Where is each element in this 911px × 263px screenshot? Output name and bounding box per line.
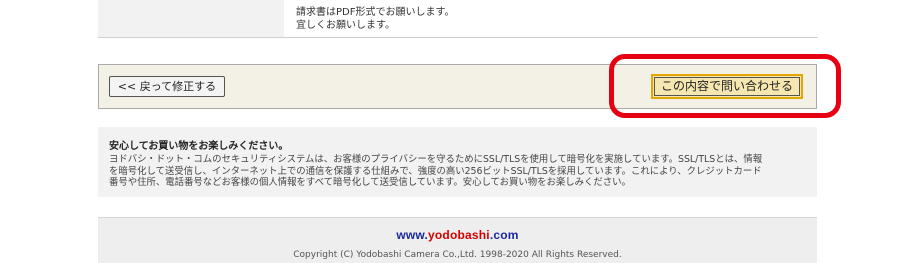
- security-line-3: 番号や住所、電話番号などお客様の個人情報をすべて暗号化して送受信しています。安心…: [109, 177, 631, 188]
- remark-line-1: 請求書はPDF形式でお願いします。: [296, 7, 455, 18]
- logo-suffix: .com: [489, 228, 519, 242]
- submit-inquiry-button[interactable]: この内容で問い合わせる: [651, 74, 803, 99]
- remark-line-2: 宜しくお願いします。: [296, 20, 395, 31]
- security-line-1: ヨドバシ・ドット・コムのセキュリティシステムは、お客様のプライバシーを守るために…: [109, 154, 763, 165]
- logo-prefix: www.: [396, 228, 429, 242]
- yodobashi-logo[interactable]: www.yodobashi.com: [98, 228, 817, 242]
- security-title: 安心してお買い物をお楽しみください。: [109, 141, 289, 152]
- remark-text: 請求書はPDF形式でお願いします。 宜しくお願いします。: [296, 6, 454, 32]
- remark-row: 請求書はPDF形式でお願いします。 宜しくお願いします。: [98, 0, 818, 38]
- footer: www.yodobashi.com Copyright (C) Yodobash…: [98, 217, 817, 263]
- logo-name: yodobashi: [428, 228, 490, 242]
- security-notice: 安心してお買い物をお楽しみください。 ヨドバシ・ドット・コムのセキュリティシステ…: [98, 127, 817, 197]
- security-body: ヨドバシ・ドット・コムのセキュリティシステムは、お客様のプライバシーを守るために…: [109, 154, 809, 189]
- back-to-edit-button[interactable]: << 戻って修正する: [109, 76, 225, 97]
- page: 請求書はPDF形式でお願いします。 宜しくお願いします。 << 戻って修正する こ…: [0, 0, 911, 263]
- security-line-2: を暗号化して送受信し、インターネット上での通信を保護する仕組みで、強度の高い25…: [109, 165, 762, 177]
- copyright-text: Copyright (C) Yodobashi Camera Co.,Ltd. …: [293, 250, 622, 260]
- remark-label-cell: [98, 0, 284, 37]
- action-bar: << 戻って修正する この内容で問い合わせる: [98, 64, 817, 109]
